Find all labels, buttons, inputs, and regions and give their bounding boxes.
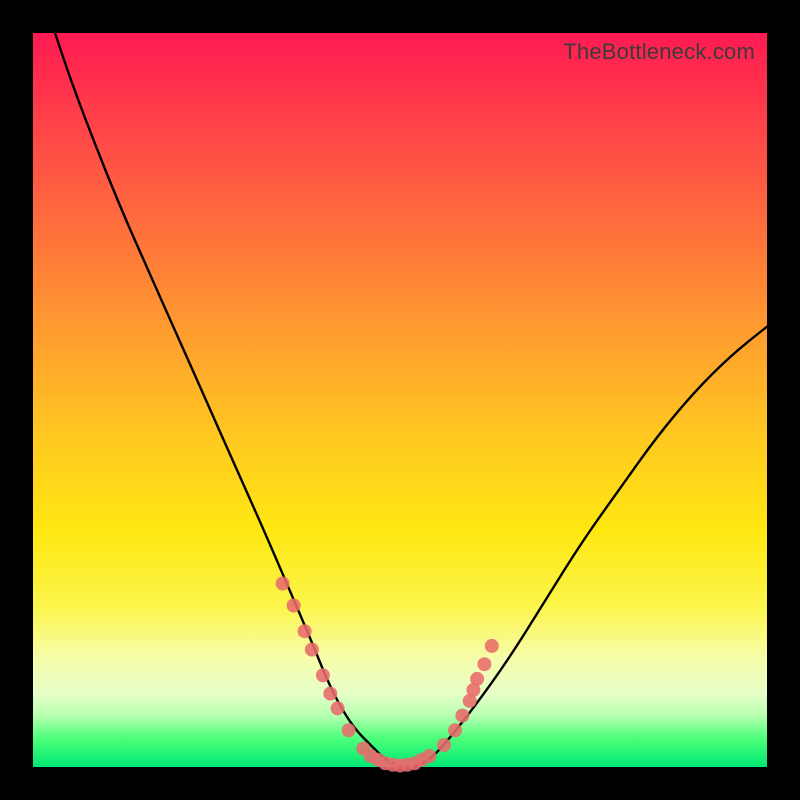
marker-dot [331, 701, 345, 715]
marker-dot [305, 643, 319, 657]
marker-dot [316, 668, 330, 682]
marker-dot [437, 738, 451, 752]
marker-dot [422, 749, 436, 763]
marker-dot [342, 723, 356, 737]
marker-dot [298, 624, 312, 638]
bottleneck-curve [55, 33, 767, 767]
sample-points [276, 577, 499, 773]
chart-frame: TheBottleneck.com [0, 0, 800, 800]
plot-area: TheBottleneck.com [33, 33, 767, 767]
chart-overlay [33, 33, 767, 767]
marker-dot [455, 709, 469, 723]
marker-dot [477, 657, 491, 671]
marker-dot [470, 672, 484, 686]
marker-dot [448, 723, 462, 737]
marker-dot [323, 687, 337, 701]
marker-dot [276, 577, 290, 591]
marker-dot [485, 639, 499, 653]
marker-dot [287, 599, 301, 613]
